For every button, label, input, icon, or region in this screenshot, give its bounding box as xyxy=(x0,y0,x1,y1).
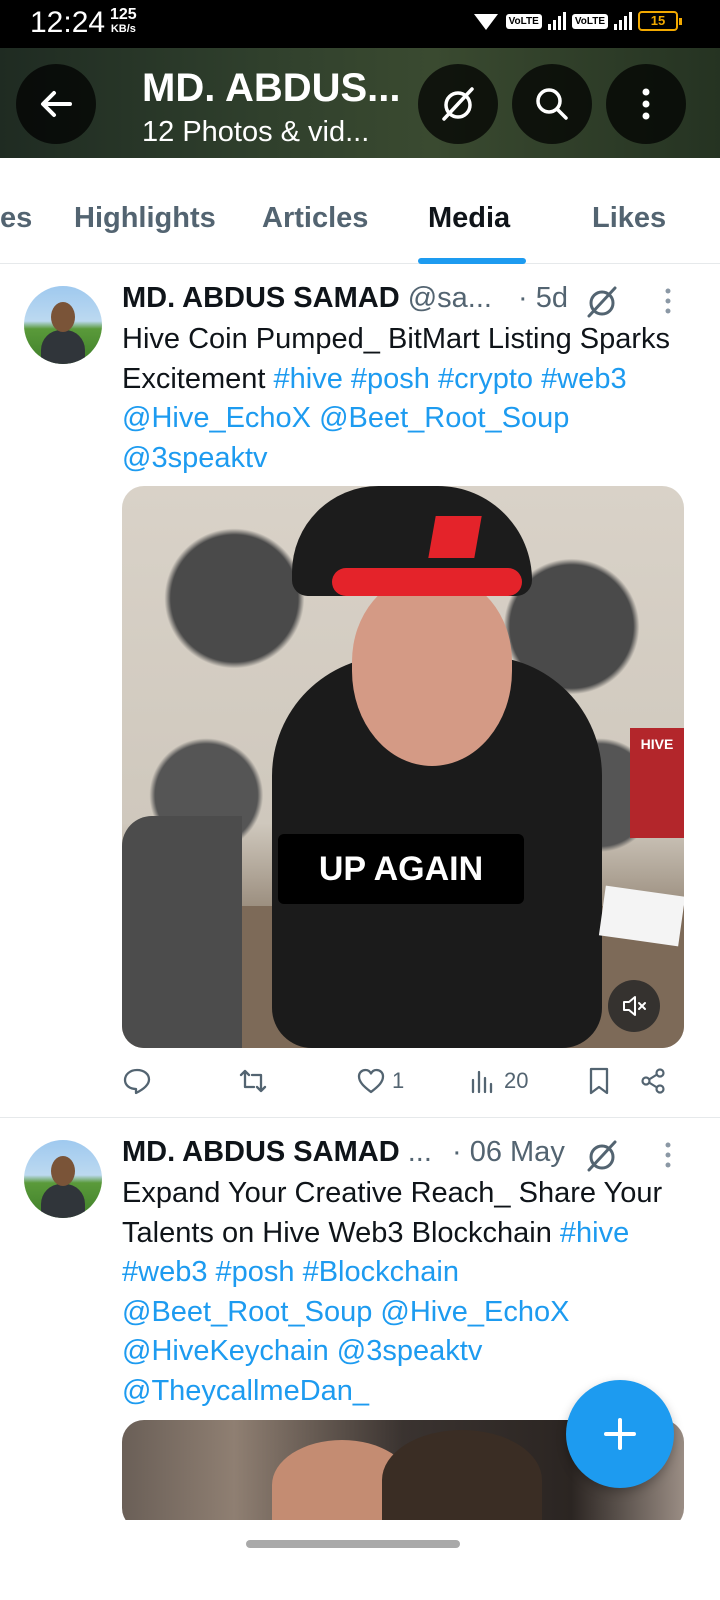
profile-header: MD. ABDUS... 12 Photos & vid... xyxy=(0,48,720,158)
post-author[interactable]: MD. ABDUS SAMAD ... xyxy=(122,1136,432,1169)
signal-icon-1 xyxy=(547,12,566,30)
active-tab-indicator xyxy=(418,258,526,264)
like-button[interactable]: 1 xyxy=(356,1066,404,1096)
tab-articles[interactable]: Articles xyxy=(262,202,368,235)
author-handle: @sa... xyxy=(407,282,492,314)
view-count: 20 xyxy=(504,1068,529,1093)
search-button[interactable] xyxy=(512,64,592,144)
share-button[interactable] xyxy=(638,1066,668,1096)
video-sign: HIVE xyxy=(630,728,684,838)
video-scene xyxy=(122,816,242,1048)
views-icon xyxy=(471,1070,493,1094)
avatar[interactable] xyxy=(24,1140,102,1218)
back-arrow-icon xyxy=(41,91,72,117)
like-count: 1 xyxy=(392,1068,405,1093)
system-nav-bar xyxy=(0,1520,720,1600)
profile-tabs: es Highlights Articles Media Likes xyxy=(0,158,720,264)
author-name: MD. ABDUS SAMAD xyxy=(122,1136,400,1168)
share-icon xyxy=(641,1068,665,1094)
post[interactable]: MD. ABDUS SAMAD @sa... · 5d Hive Coin Pu… xyxy=(0,266,720,1118)
nostr-icon[interactable] xyxy=(584,284,620,320)
more-vertical-icon xyxy=(642,88,650,120)
like-icon xyxy=(357,1068,385,1094)
mute-icon xyxy=(623,996,646,1016)
post-actions: 1 20 xyxy=(0,1066,720,1102)
post-author[interactable]: MD. ABDUS SAMAD @sa... xyxy=(122,282,492,315)
status-icons: VoLTE VoLTE 15 xyxy=(472,10,682,32)
post-text: Expand Your Creative Reach_ Share Your T… xyxy=(122,1174,692,1411)
post-text: Hive Coin Pumped_ BitMart Listing Sparks… xyxy=(122,320,692,478)
video-caption: UP AGAIN xyxy=(278,834,524,904)
nostr-icon xyxy=(442,87,474,121)
bookmark-button[interactable] xyxy=(584,1066,614,1096)
profile-title: MD. ABDUS... xyxy=(142,66,401,110)
retweet-icon xyxy=(239,1069,267,1093)
network-speed-value: 125 xyxy=(110,6,137,23)
bookmark-icon xyxy=(589,1067,609,1095)
more-vertical-icon[interactable] xyxy=(656,1140,680,1170)
home-gesture-bar[interactable] xyxy=(246,1540,460,1548)
tab-likes[interactable]: Likes xyxy=(592,202,666,235)
retweet-button[interactable] xyxy=(238,1066,268,1096)
nostr-button[interactable] xyxy=(418,64,498,144)
reply-icon xyxy=(123,1068,151,1095)
tab-partial[interactable]: es xyxy=(0,202,32,235)
battery-indicator: 15 xyxy=(638,11,682,31)
tab-highlights[interactable]: Highlights xyxy=(74,202,216,235)
mute-button[interactable] xyxy=(608,980,660,1032)
avatar[interactable] xyxy=(24,286,102,364)
author-name: MD. ABDUS SAMAD xyxy=(122,282,400,314)
back-button[interactable] xyxy=(16,64,96,144)
wifi-icon xyxy=(473,14,498,30)
profile-subtitle: 12 Photos & vid... xyxy=(142,116,370,148)
post-time: · 06 May xyxy=(452,1136,565,1168)
reply-button[interactable] xyxy=(122,1066,152,1096)
views-button[interactable]: 20 xyxy=(468,1066,528,1096)
status-bar: 12:24 125 KB/s VoLTE VoLTE 15 xyxy=(0,0,720,48)
compose-button[interactable] xyxy=(566,1380,674,1488)
more-options-button[interactable] xyxy=(606,64,686,144)
search-icon xyxy=(536,88,568,120)
post-video[interactable]: HIVE UP AGAIN xyxy=(122,486,684,1048)
network-speed: 125 KB/s xyxy=(110,6,137,36)
nostr-icon[interactable] xyxy=(584,1138,620,1174)
status-time: 12:24 xyxy=(30,6,106,39)
compose-plus-icon xyxy=(604,1418,636,1450)
more-vertical-icon[interactable] xyxy=(656,286,680,316)
volte-badge-2: VoLTE xyxy=(571,13,608,29)
tab-media[interactable]: Media xyxy=(428,202,510,235)
author-handle: ... xyxy=(407,1136,432,1168)
volte-badge-1: VoLTE xyxy=(505,13,542,29)
signal-icon-2 xyxy=(614,12,632,30)
cap-logo xyxy=(428,516,482,558)
post-time: · 5d xyxy=(518,282,568,314)
network-speed-unit: KB/s xyxy=(110,23,136,35)
